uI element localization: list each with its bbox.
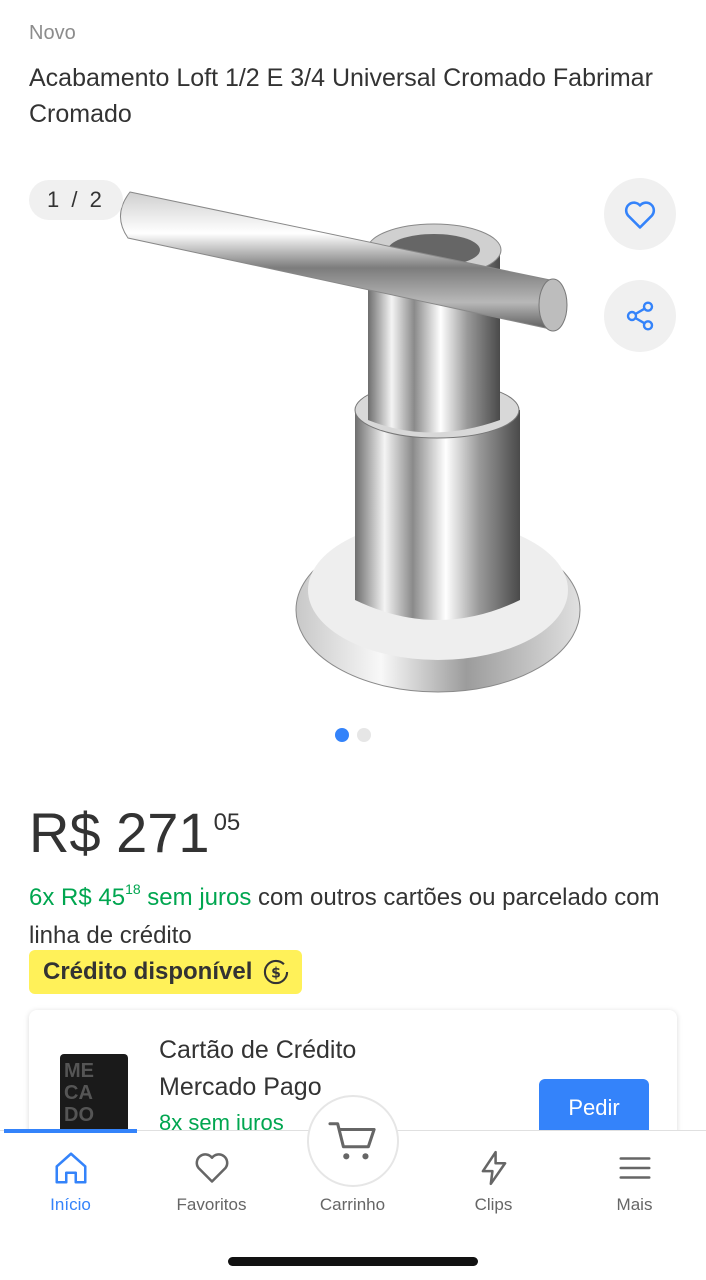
price-main: R$ 271 bbox=[29, 801, 210, 864]
installments-amount: 6x R$ 4518 sem juros bbox=[29, 881, 252, 911]
product-title: Acabamento Loft 1/2 E 3/4 Universal Crom… bbox=[29, 64, 653, 128]
home-indicator[interactable] bbox=[228, 1257, 478, 1266]
tab-clips[interactable]: Clips bbox=[423, 1149, 564, 1215]
gallery-dot-1[interactable] bbox=[335, 728, 349, 742]
installments-info: 6x R$ 4518 sem juros com outros cartões … bbox=[29, 872, 669, 955]
product-condition: Novo bbox=[29, 22, 76, 44]
tab-label: Início bbox=[50, 1195, 91, 1214]
heart-icon bbox=[624, 201, 656, 229]
card-offer-title: Cartão de Crédito Mercado Pago bbox=[159, 1036, 357, 1101]
active-tab-indicator bbox=[4, 1129, 137, 1133]
lightning-icon bbox=[481, 1150, 506, 1186]
product-gallery[interactable]: 1 / 2 bbox=[0, 160, 706, 720]
price-cents: 05 bbox=[213, 809, 241, 836]
tab-label: Favoritos bbox=[176, 1195, 247, 1214]
svg-text:$: $ bbox=[271, 965, 281, 981]
tab-mais[interactable]: Mais bbox=[564, 1149, 705, 1215]
heart-icon bbox=[195, 1153, 228, 1183]
tab-label: Mais bbox=[616, 1195, 653, 1214]
tab-favoritos[interactable]: Favoritos bbox=[141, 1149, 282, 1215]
favorite-button[interactable] bbox=[604, 178, 676, 250]
tab-inicio[interactable]: Início bbox=[0, 1149, 141, 1215]
gallery-dot-2[interactable] bbox=[357, 728, 371, 742]
cart-button[interactable] bbox=[307, 1095, 399, 1187]
credit-available-badge[interactable]: Crédito disponível $ bbox=[29, 950, 303, 994]
installments-cents: 18 bbox=[125, 881, 141, 897]
bottom-tab-bar: Início Favoritos Carrinho Clips Mais bbox=[0, 1095, 706, 1280]
gallery-pagination[interactable] bbox=[0, 728, 706, 742]
product-image[interactable] bbox=[100, 170, 600, 710]
share-button[interactable] bbox=[604, 280, 676, 352]
home-icon bbox=[54, 1152, 87, 1184]
price: R$ 271 05 bbox=[29, 800, 240, 866]
money-coin-icon: $ bbox=[264, 959, 289, 985]
cart-icon bbox=[328, 1122, 376, 1160]
tab-label: Clips bbox=[474, 1195, 513, 1214]
share-icon bbox=[626, 301, 654, 331]
tab-label-carrinho[interactable]: Carrinho bbox=[282, 1195, 423, 1215]
gallery-counter: 1 / 2 bbox=[29, 180, 123, 220]
request-card-button[interactable]: Pedir bbox=[539, 1079, 649, 1137]
menu-icon bbox=[618, 1157, 651, 1179]
credit-badge-label: Crédito disponível bbox=[43, 958, 253, 985]
